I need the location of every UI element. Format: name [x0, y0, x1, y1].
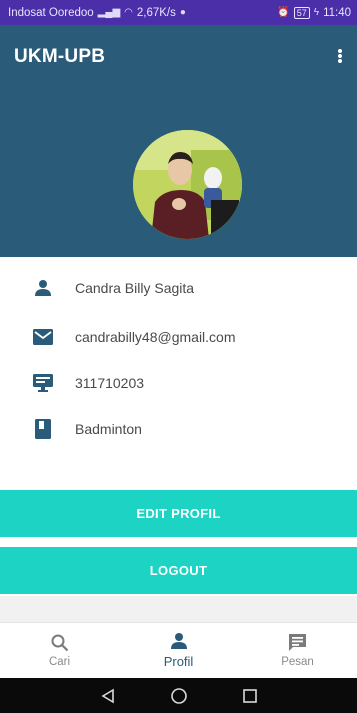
wifi-icon: ◠ [124, 7, 133, 18]
carrier-name: Indosat Ooredoo [8, 6, 94, 19]
nav-label-pesan: Pesan [281, 656, 314, 668]
bottom-navigation: Cari Profil Pesan [0, 622, 357, 678]
id-card-icon [33, 373, 53, 393]
charging-icon: ϟ [313, 7, 320, 18]
profile-id-number: 311710203 [75, 375, 145, 391]
nav-item-cari[interactable]: Cari [0, 623, 119, 678]
home-icon[interactable] [170, 687, 188, 705]
status-right: ⏰ 57 ϟ 11:40 [277, 6, 351, 19]
person-icon [170, 633, 187, 649]
profile-row-id: 311710203 [0, 361, 357, 405]
profile-photo [133, 130, 242, 239]
profile-row-email: candrabilly48@gmail.com [0, 315, 357, 359]
edit-profile-button[interactable]: EDIT PROFIL [0, 490, 357, 537]
nav-label-profil: Profil [163, 654, 194, 669]
logout-button[interactable]: LOGOUT [0, 547, 357, 594]
avatar [133, 130, 242, 239]
clock: 11:40 [323, 6, 351, 19]
recents-icon[interactable] [242, 688, 258, 704]
system-navigation-bar [0, 678, 357, 713]
back-icon[interactable] [100, 688, 116, 704]
overflow-menu-icon[interactable] [333, 46, 347, 66]
profile-header [0, 93, 357, 257]
nav-item-profil[interactable]: Profil [119, 623, 238, 678]
battery-level: 57 [293, 6, 310, 19]
profile-row-club: Badminton [0, 407, 357, 451]
email-icon [33, 327, 53, 347]
message-icon [289, 634, 306, 651]
whatsapp-icon: ● [179, 7, 186, 18]
nav-label-cari: Cari [48, 655, 71, 668]
search-icon [51, 634, 68, 651]
nav-item-pesan[interactable]: Pesan [238, 623, 357, 678]
alarm-icon: ⏰ [277, 7, 290, 18]
profile-row-name: Candra Billy Sagita [0, 266, 357, 310]
book-icon [33, 419, 53, 439]
network-speed: 2,67K/s [136, 6, 176, 19]
status-left: Indosat Ooredoo ▂▄▆ ◠ 2,67K/s ● [8, 7, 186, 19]
profile-club: Badminton [75, 421, 142, 437]
status-bar: Indosat Ooredoo ▂▄▆ ◠ 2,67K/s ● ⏰ 57 ϟ 1… [0, 0, 357, 25]
content-spacer [0, 596, 357, 622]
person-icon [33, 278, 53, 298]
app-title: UKM-UPB [14, 46, 106, 67]
profile-email: candrabilly48@gmail.com [75, 329, 236, 345]
app-bar: UKM-UPB [0, 25, 357, 93]
profile-name: Candra Billy Sagita [75, 280, 195, 296]
signal-icon: ▂▄▆ [97, 7, 121, 18]
